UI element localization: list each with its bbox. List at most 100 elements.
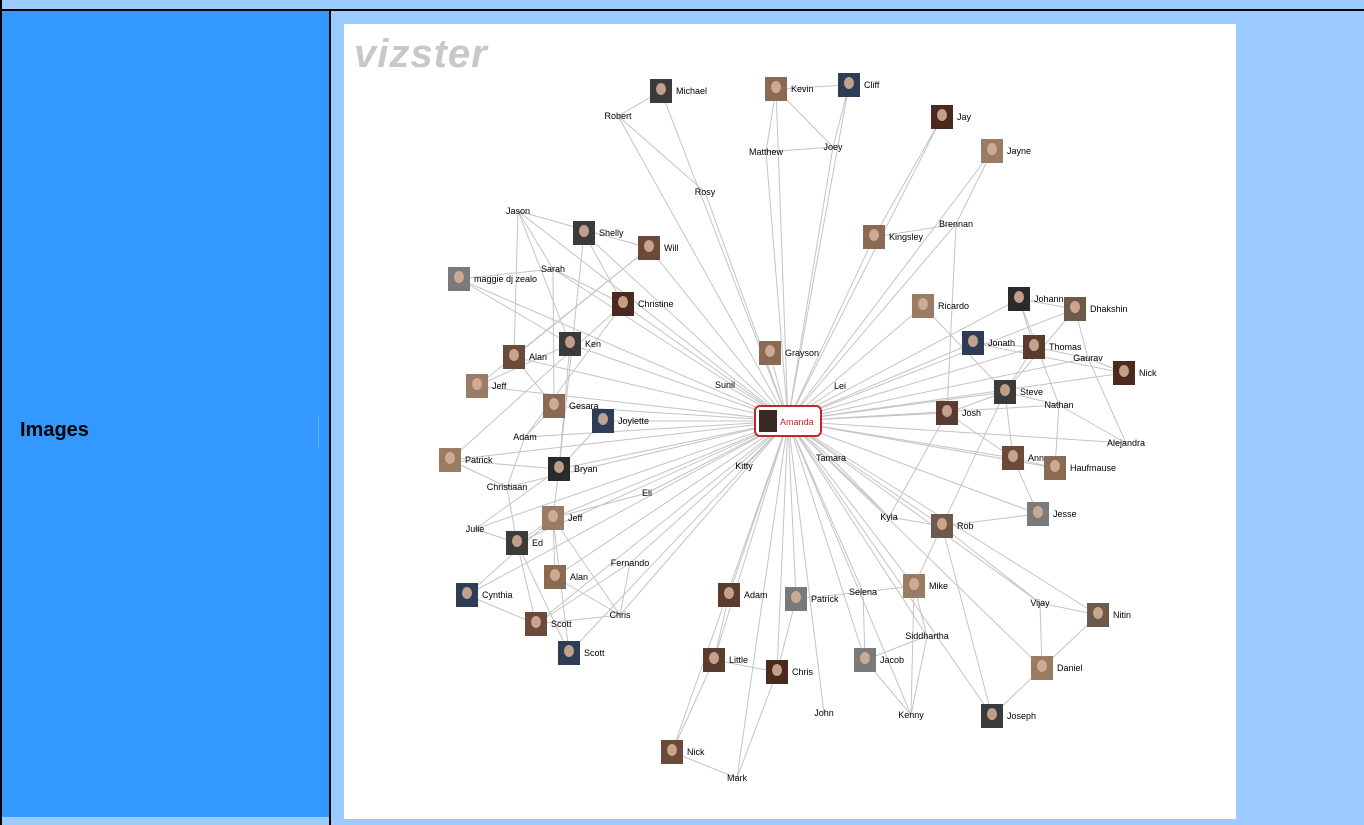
node-vijay[interactable]: Vijay [1030,598,1050,608]
node-nick2[interactable]: Nick [661,740,705,764]
node-label-haufmause: Haufmause [1070,463,1116,473]
node-kingsley[interactable]: Kingsley [863,225,924,249]
node-alan2[interactable]: Alan [544,565,588,589]
node-face-ricardo [918,298,928,310]
node-jeff1[interactable]: Jeff [466,374,507,398]
node-adam1[interactable]: Adam [513,432,537,442]
node-adam2[interactable]: Adam [718,583,768,607]
node-ed[interactable]: Ed [506,531,543,555]
node-face-joseph [987,708,997,720]
node-little[interactable]: Little [703,648,748,672]
node-haufmause[interactable]: Haufmause [1044,456,1116,480]
node-kenny[interactable]: Kenny [898,710,924,720]
node-fernando[interactable]: Fernando [611,558,650,568]
node-mike[interactable]: Mike [903,574,948,598]
node-cliff[interactable]: Cliff [838,73,880,97]
node-gaurav[interactable]: Gaurav [1073,353,1103,363]
node-face-jeff2 [548,510,558,522]
node-maggie[interactable]: maggie dj zealo [448,267,537,291]
node-face-nitin [1093,607,1103,619]
node-chris2[interactable]: Chris [766,660,814,684]
node-gesara[interactable]: Gesara [543,394,599,418]
node-mark[interactable]: Mark [727,773,747,783]
node-patrick1[interactable]: Patrick [439,448,493,472]
edge-siddhartha-kenny [910,635,928,716]
node-jay[interactable]: Jay [931,105,972,129]
node-joylette[interactable]: Joylette [592,409,649,433]
edge-amanda-patrick2 [787,420,797,600]
node-label-nitin: Nitin [1113,610,1131,620]
social-network-graph[interactable]: Michael Robert Kevin Cliff Matthew Joey Jay Jay… [344,24,1236,819]
node-robert[interactable]: Robert [604,111,632,121]
graph-canvas[interactable]: vizster Michael Robert Kevin Cliff Matthew Jo… [344,24,1236,819]
node-label-shelly: Shelly [599,228,624,238]
node-johanna[interactable]: Johanna [1008,287,1069,311]
node-michael[interactable]: Michael [650,79,707,103]
node-label-patrick1: Patrick [465,455,493,465]
node-label-adam2: Adam [744,590,768,600]
node-will[interactable]: Will [638,236,679,260]
node-siddhartha[interactable]: Siddhartha [905,631,949,641]
node-john[interactable]: John [814,708,834,718]
node-label-sunil: Sunil [715,380,735,390]
node-face-bryan [554,461,564,473]
node-label-adam1: Adam [513,432,537,442]
node-label-john: John [814,708,834,718]
node-jonath[interactable]: Jonath [962,331,1015,355]
node-matthew[interactable]: Matthew [749,147,784,157]
node-eli[interactable]: Eli [642,488,652,498]
node-rosy[interactable]: Rosy [695,187,716,197]
node-brennan[interactable]: Brennan [939,219,973,229]
node-nathan[interactable]: Nathan [1044,400,1073,410]
node-face-ed [512,535,522,547]
node-sarah[interactable]: Sarah [541,264,565,274]
node-shelly[interactable]: Shelly [573,221,624,245]
edge-amanda-dhakshin [787,308,1076,422]
node-jacob[interactable]: Jacob [854,648,904,672]
node-rob[interactable]: Rob [931,514,974,538]
node-alejandra[interactable]: Alejandra [1107,438,1145,448]
node-jason[interactable]: Jason [506,206,530,216]
node-ann[interactable]: Ann [1002,446,1044,470]
node-label-rob: Rob [957,521,974,531]
node-jayne[interactable]: Jayne [981,139,1031,163]
node-jeff2[interactable]: Jeff [542,506,583,530]
node-christine[interactable]: Christine [612,292,674,316]
node-label-jeff1: Jeff [492,381,507,391]
node-kevin[interactable]: Kevin [765,77,814,101]
node-selena[interactable]: Selena [849,587,877,597]
node-tamara[interactable]: Tamara [816,453,846,463]
edge-rob-vijay [941,525,1041,604]
node-joey[interactable]: Joey [823,142,843,152]
node-bryan[interactable]: Bryan [548,457,598,481]
node-label-cliff: Cliff [864,80,880,90]
node-label-julie: Julie [466,524,485,534]
node-jesse[interactable]: Jesse [1027,502,1077,526]
edge-jay-kingsley [873,116,943,238]
node-nitin[interactable]: Nitin [1087,603,1131,627]
node-christiaan[interactable]: Christiaan [487,482,528,492]
node-steve[interactable]: Steve [994,380,1043,404]
node-chris1[interactable]: Chris [609,610,631,620]
node-kitty[interactable]: Kitty [735,461,753,471]
node-label-alan1: Alan [529,352,547,362]
node-scott2[interactable]: Scott [558,641,605,665]
node-amanda-focus[interactable]: Amanda [754,405,822,437]
node-joseph[interactable]: Joseph [981,704,1036,728]
node-nick1[interactable]: Nick [1113,361,1157,385]
node-ricardo[interactable]: Ricardo [912,294,969,318]
node-sunil[interactable]: Sunil [715,380,735,390]
node-patrick2[interactable]: Patrick [785,587,839,611]
node-grayson[interactable]: Grayson [759,341,819,365]
edge-amanda-will [648,247,789,422]
sidebar-label: Images [20,419,89,441]
node-lei[interactable]: Lei [834,381,846,391]
node-face-nick1 [1119,365,1129,377]
node-kyla[interactable]: Kyla [880,512,898,522]
node-face-shelly [579,225,589,237]
node-julie[interactable]: Julie [466,524,485,534]
node-label-vijay: Vijay [1030,598,1050,608]
node-cynthia[interactable]: Cynthia [456,583,513,607]
node-daniel[interactable]: Daniel [1031,656,1083,680]
node-dhakshin[interactable]: Dhakshin [1064,297,1128,321]
